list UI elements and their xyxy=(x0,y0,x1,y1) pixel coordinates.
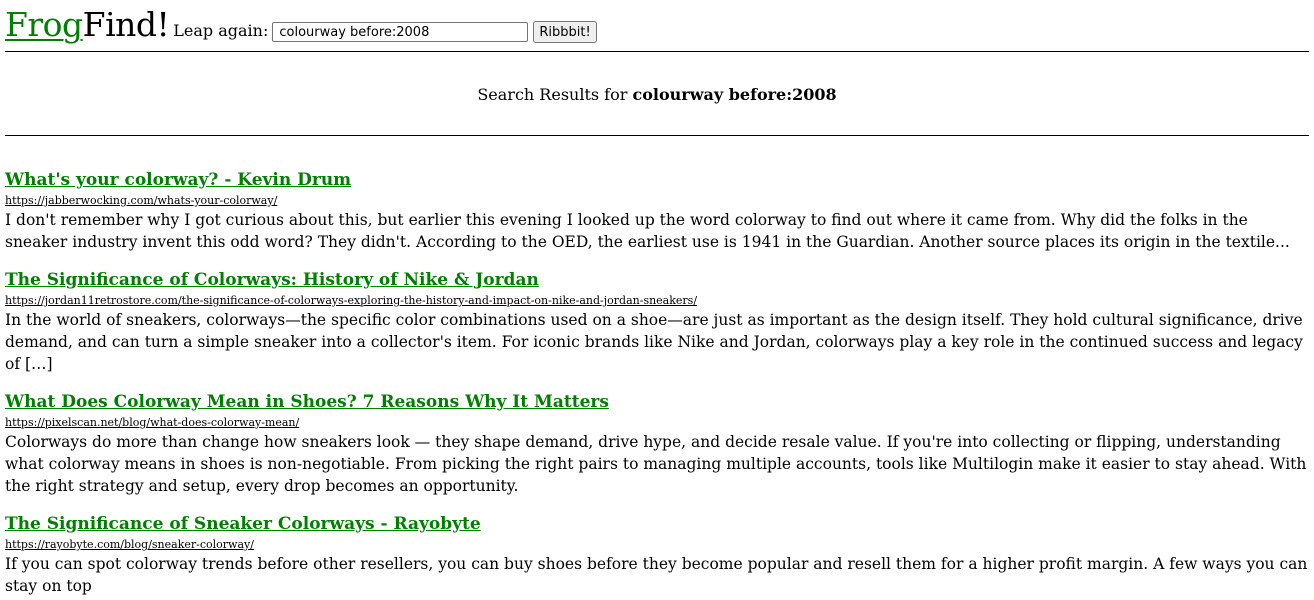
search-input[interactable] xyxy=(272,22,529,42)
result-title-link[interactable]: The Significance of Colorways: History o… xyxy=(5,269,539,291)
bottom-divider xyxy=(5,135,1309,136)
result-url-link[interactable]: https://rayobyte.com/blog/sneaker-colorw… xyxy=(5,537,1309,553)
result-url-link[interactable]: https://jabberwocking.com/whats-your-col… xyxy=(5,193,1309,209)
result-url-link[interactable]: https://jordan11retrostore.com/the-signi… xyxy=(5,293,1309,309)
result-snippet: I don't remember why I got curious about… xyxy=(5,211,1290,251)
result-snippet: If you can spot colorway trends before o… xyxy=(5,555,1308,595)
result-item: The Significance of Sneaker Colorways - … xyxy=(5,513,1309,597)
header: FrogFind! Leap again: Ribbbit! xyxy=(5,0,1309,44)
results-heading: Search Results for colourway before:2008 xyxy=(5,52,1309,135)
ribbbit-search-button[interactable]: Ribbbit! xyxy=(533,21,597,43)
result-url-link[interactable]: https://pixelscan.net/blog/what-does-col… xyxy=(5,415,1309,431)
logo-frog-text[interactable]: Frog xyxy=(5,5,83,44)
result-snippet: In the world of sneakers, colorways—the … xyxy=(5,311,1303,373)
results-list: What's your colorway? - Kevin Drum https… xyxy=(5,169,1309,597)
results-heading-query: colourway before:2008 xyxy=(632,85,837,104)
page: FrogFind! Leap again: Ribbbit! Search Re… xyxy=(0,0,1314,597)
result-item: What's your colorway? - Kevin Drum https… xyxy=(5,169,1309,253)
result-title-link[interactable]: What's your colorway? - Kevin Drum xyxy=(5,169,351,191)
result-item: What Does Colorway Mean in Shoes? 7 Reas… xyxy=(5,391,1309,497)
leap-again-label: Leap again: xyxy=(173,21,269,40)
result-title-link[interactable]: The Significance of Sneaker Colorways - … xyxy=(5,513,481,535)
result-snippet: Colorways do more than change how sneake… xyxy=(5,433,1307,495)
result-item: The Significance of Colorways: History o… xyxy=(5,269,1309,375)
results-heading-prefix: Search Results for xyxy=(477,85,633,104)
logo-find-text: Find! xyxy=(82,5,170,44)
frogfind-logo[interactable]: FrogFind! xyxy=(5,5,170,44)
result-title-link[interactable]: What Does Colorway Mean in Shoes? 7 Reas… xyxy=(5,391,609,413)
